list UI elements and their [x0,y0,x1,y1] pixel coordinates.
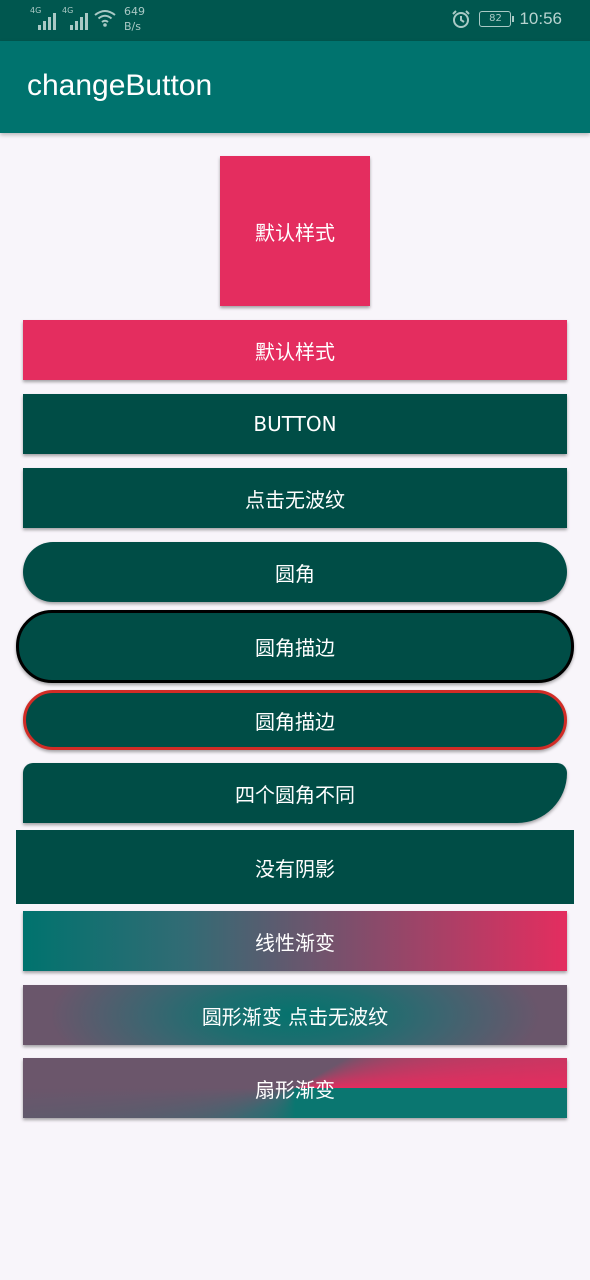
page-title: changeButton [27,69,213,102]
button-label: 圆角 [275,561,315,586]
signal-icon: 4G [30,6,56,30]
no-shadow-button[interactable]: 没有阴影 [16,830,574,904]
button-label: 点击无波纹 [245,487,345,512]
clock: 10:56 [519,9,562,28]
rounded-red-stroke-button[interactable]: 圆角描边 [23,690,567,750]
default-style-square-button[interactable]: 默认样式 [220,156,370,306]
battery-icon: 82 [479,11,515,27]
rounded-black-stroke-button[interactable]: 圆角描边 [16,610,574,683]
button-label: 圆角描边 [255,709,335,734]
button-label: 圆形渐变 点击无波纹 [201,1004,389,1029]
status-bar: 4G 4G 649 B/s 82 10:56 [0,0,590,41]
wifi-icon [94,10,116,27]
button-label: BUTTON [253,412,337,436]
network-rate-unit: B/s [124,20,141,33]
radial-gradient-button[interactable]: 圆形渐变 点击无波纹 [23,985,567,1045]
linear-gradient-button[interactable]: 线性渐变 [23,911,567,971]
button-label: 默认样式 [255,339,335,364]
no-ripple-button[interactable]: 点击无波纹 [23,468,567,528]
button-label: 默认样式 [255,220,335,245]
rounded-button[interactable]: 圆角 [23,542,567,602]
different-corners-button[interactable]: 四个圆角不同 [23,763,567,823]
network-rate-value: 649 [124,5,145,18]
plain-button[interactable]: BUTTON [23,394,567,454]
status-bar-right: 82 10:56 [451,9,562,29]
button-label: 扇形渐变 [255,1077,335,1102]
alarm-icon [452,10,471,28]
sweep-gradient-button[interactable]: 扇形渐变 [23,1058,567,1118]
button-label: 线性渐变 [255,930,335,955]
button-label: 没有阴影 [255,856,335,881]
app-bar: changeButton [0,41,590,133]
battery-level: 82 [489,13,502,24]
network-rate: 649 B/s [124,4,145,34]
button-label: 四个圆角不同 [235,782,355,807]
status-bar-left: 4G 4G 649 B/s [30,5,145,34]
button-label: 圆角描边 [255,636,335,660]
default-style-button[interactable]: 默认样式 [23,320,567,380]
signal-icon: 4G [62,6,88,30]
